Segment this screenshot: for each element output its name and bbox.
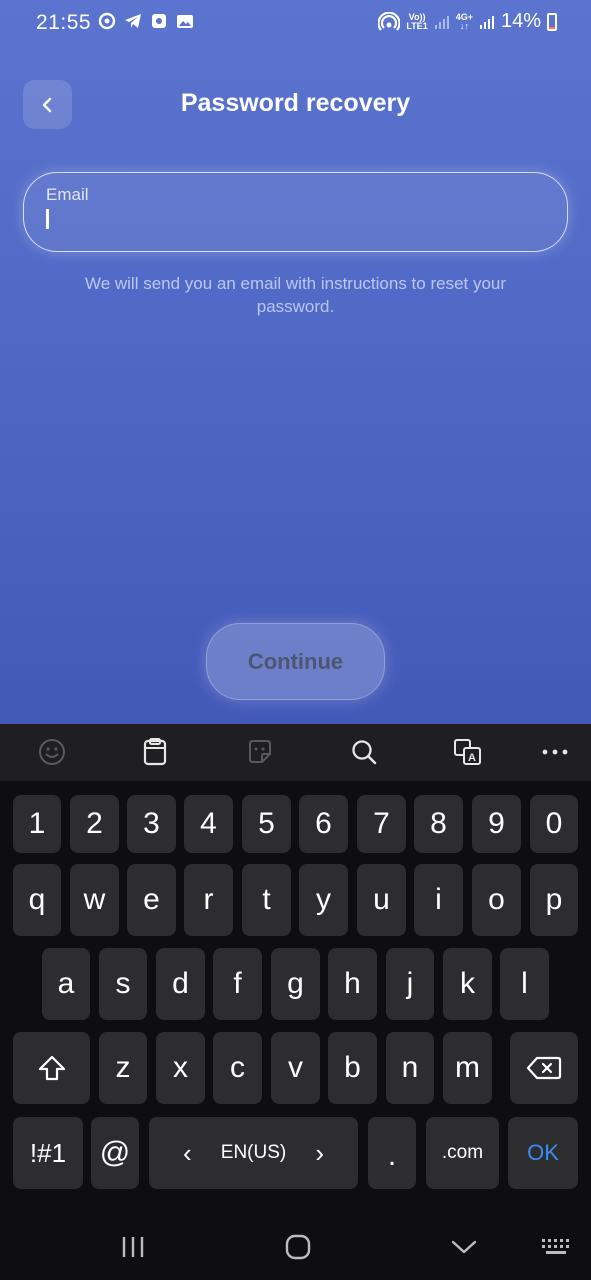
navigation-bar	[0, 1212, 591, 1280]
key-t[interactable]: t	[242, 864, 291, 936]
key-r[interactable]: r	[184, 864, 233, 936]
network-bottom: ↓↑	[459, 20, 469, 31]
keyboard: A 1 2 3 4 5 6 7 8 9 0 q w e r t y u i o …	[0, 724, 591, 1212]
language-next-icon: ›	[315, 1137, 324, 1168]
key-q[interactable]: q	[13, 864, 61, 936]
status-right: Vo)) LTE1 4G+ ↓↑ 14%	[378, 10, 557, 33]
key-i[interactable]: i	[414, 864, 463, 936]
key-3[interactable]: 3	[127, 795, 176, 853]
key-l[interactable]: l	[500, 948, 549, 1020]
space-key[interactable]: ‹ EN(US) ›	[149, 1117, 358, 1189]
key-e[interactable]: e	[127, 864, 176, 936]
volte-bottom: LTE1	[406, 20, 428, 31]
key-o[interactable]: o	[472, 864, 521, 936]
key-1[interactable]: 1	[13, 795, 61, 853]
email-label: Email	[46, 185, 89, 204]
key-s[interactable]: s	[99, 948, 147, 1020]
telegram-icon	[125, 14, 141, 28]
volte-indicator: Vo)) LTE1	[406, 12, 428, 31]
keyboard-toolbar: A	[0, 724, 591, 781]
key-0[interactable]: 0	[530, 795, 578, 853]
search-icon[interactable]	[349, 737, 379, 767]
key-v[interactable]: v	[271, 1032, 320, 1104]
shift-key[interactable]	[13, 1032, 90, 1104]
notification-icons	[97, 11, 195, 31]
app-screen: 21:55 Vo)) LTE1 4G+ ↓↑ 14% Password reco…	[0, 0, 591, 724]
continue-button[interactable]: Continue	[206, 623, 385, 700]
key-p[interactable]: p	[530, 864, 578, 936]
signal-icon-sim1	[434, 15, 449, 29]
text-cursor	[46, 209, 49, 229]
status-bar: 21:55 Vo)) LTE1 4G+ ↓↑ 14%	[0, 0, 591, 46]
key-x[interactable]: x	[156, 1032, 205, 1104]
helper-text: We will send you an email with instructi…	[84, 274, 507, 316]
key-w[interactable]: w	[70, 864, 119, 936]
key-5[interactable]: 5	[242, 795, 291, 853]
key-8[interactable]: 8	[414, 795, 463, 853]
recent-apps-icon[interactable]	[118, 1232, 148, 1262]
battery-icon	[547, 12, 557, 31]
language-label: EN(US)	[220, 1142, 287, 1163]
key-c[interactable]: c	[213, 1032, 262, 1104]
key-a[interactable]: a	[42, 948, 90, 1020]
signal-icon-sim2	[479, 15, 494, 29]
translate-icon[interactable]: A	[453, 737, 483, 767]
shift-icon	[38, 1055, 65, 1081]
key-k[interactable]: k	[443, 948, 492, 1020]
home-icon[interactable]	[283, 1232, 313, 1262]
key-d[interactable]: d	[156, 948, 205, 1020]
language-prev-icon: ‹	[183, 1137, 192, 1168]
key-f[interactable]: f	[213, 948, 262, 1020]
hotspot-icon	[378, 11, 401, 31]
keyboard-switch-icon[interactable]	[541, 1232, 573, 1262]
page-title: Password recovery	[180, 89, 411, 117]
chevron-down-icon[interactable]	[449, 1232, 479, 1262]
network-type: 4G+ ↓↑	[456, 12, 473, 31]
dot-com-key[interactable]: .com	[426, 1117, 499, 1189]
key-u[interactable]: u	[357, 864, 406, 936]
battery-percent: 14%	[500, 10, 541, 32]
svg-text:A: A	[468, 752, 476, 764]
sync-icon	[98, 12, 116, 30]
key-j[interactable]: j	[386, 948, 434, 1020]
sticker-icon[interactable]	[245, 737, 275, 767]
period-key[interactable]: .	[368, 1117, 416, 1189]
more-icon[interactable]	[540, 737, 570, 767]
key-n[interactable]: n	[386, 1032, 434, 1104]
key-g[interactable]: g	[271, 948, 320, 1020]
key-h[interactable]: h	[328, 948, 377, 1020]
key-6[interactable]: 6	[299, 795, 348, 853]
backspace-icon	[526, 1056, 562, 1080]
key-7[interactable]: 7	[357, 795, 406, 853]
key-z[interactable]: z	[99, 1032, 147, 1104]
symbols-key[interactable]: !#1	[13, 1117, 83, 1189]
emoji-icon[interactable]	[37, 737, 67, 767]
app-notification-icon	[152, 14, 166, 28]
key-9[interactable]: 9	[472, 795, 521, 853]
key-2[interactable]: 2	[70, 795, 119, 853]
key-4[interactable]: 4	[184, 795, 233, 853]
ok-key[interactable]: OK	[508, 1117, 578, 1189]
gallery-icon	[177, 15, 193, 28]
key-y[interactable]: y	[299, 864, 348, 936]
key-m[interactable]: m	[443, 1032, 492, 1104]
clipboard-icon[interactable]	[140, 737, 170, 767]
at-key[interactable]: @	[91, 1117, 139, 1189]
backspace-key[interactable]	[510, 1032, 578, 1104]
status-time: 21:55	[36, 11, 92, 34]
email-field[interactable]: Email	[23, 172, 568, 252]
key-b[interactable]: b	[328, 1032, 377, 1104]
